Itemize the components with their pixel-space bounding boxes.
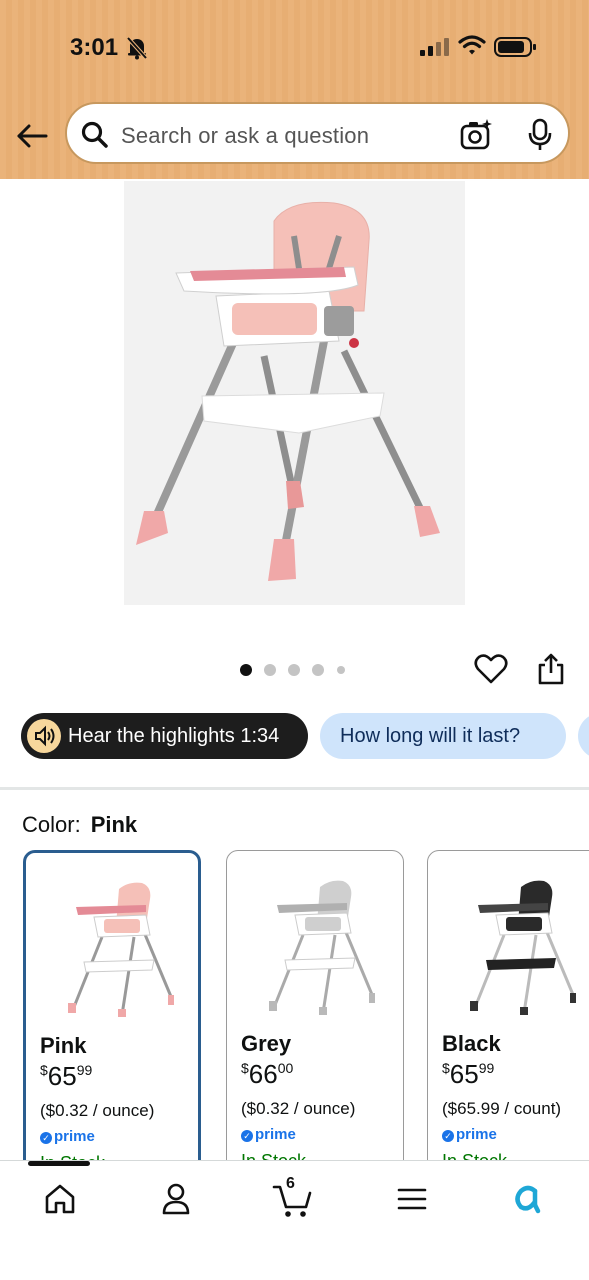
nav-menu[interactable] <box>392 1179 436 1219</box>
carousel-dots[interactable] <box>240 662 350 678</box>
carousel-dot[interactable] <box>312 664 324 676</box>
variant-thumbnail <box>470 880 576 1015</box>
variant-price: $6599 <box>40 1061 92 1092</box>
unit-price: ($65.99 / count) <box>442 1099 562 1118</box>
home-icon <box>45 1184 75 1214</box>
nav-cart[interactable]: 6 <box>272 1175 316 1219</box>
microphone-icon[interactable] <box>527 118 553 157</box>
variant-price: $6600 <box>241 1059 293 1090</box>
carousel-dot[interactable] <box>337 666 345 674</box>
signal-icon <box>420 38 450 61</box>
question-chip-label: How long will it last? <box>340 725 521 747</box>
back-button[interactable] <box>14 118 50 154</box>
carousel-dot[interactable] <box>264 664 276 676</box>
rufus-icon <box>515 1185 541 1214</box>
price-fraction: 99 <box>76 1062 93 1078</box>
prime-badge: ✓ prime <box>241 1126 296 1143</box>
search-icon <box>81 121 109 154</box>
nav-account[interactable] <box>156 1179 200 1219</box>
price-whole: 65 <box>47 1061 77 1091</box>
price-fraction: 99 <box>478 1060 495 1076</box>
battery-icon <box>494 37 538 62</box>
search-bar[interactable]: Search or ask a question <box>65 102 570 164</box>
color-value: Pink <box>90 812 138 837</box>
account-icon <box>162 1183 190 1215</box>
speaker-icon <box>27 719 61 753</box>
variant-name: Black <box>442 1031 501 1056</box>
prime-label: prime <box>255 1126 296 1143</box>
price-symbol: $ <box>241 1060 249 1076</box>
unit-price: ($0.32 / ounce) <box>40 1101 155 1120</box>
variant-name: Pink <box>40 1033 87 1058</box>
menu-icon <box>397 1188 427 1210</box>
prime-check-icon: ✓ <box>241 1130 253 1142</box>
status-time: 3:01 <box>70 34 119 61</box>
camera-icon[interactable] <box>459 118 493 157</box>
prime-badge: ✓ prime <box>40 1128 95 1145</box>
prime-label: prime <box>54 1128 95 1145</box>
prime-label: prime <box>456 1126 497 1143</box>
hear-highlights-chip[interactable]: Hear the highlights 1:34 <box>21 713 308 759</box>
carousel-dot[interactable] <box>240 664 252 676</box>
price-symbol: $ <box>40 1062 48 1078</box>
header-bar: 3:01 Search or ask a question <box>0 0 589 179</box>
arrow-left-icon <box>17 124 48 148</box>
product-image[interactable] <box>124 181 465 605</box>
share-icon[interactable] <box>536 652 566 691</box>
heart-icon[interactable] <box>474 652 508 691</box>
variant-card-grey[interactable]: Grey $6600 ($0.32 / ounce) ✓prime In Sto… <box>226 850 404 1180</box>
question-chip[interactable]: How long will it last? <box>320 713 566 759</box>
price-fraction: 00 <box>277 1060 294 1076</box>
nav-home[interactable] <box>40 1179 84 1219</box>
active-tab-indicator <box>28 1161 90 1166</box>
question-chip-next[interactable] <box>578 713 589 759</box>
prime-badge: ✓ prime <box>442 1126 497 1143</box>
variant-thumbnail <box>68 882 174 1017</box>
bell-slash-icon <box>126 36 148 65</box>
variant-card-pink[interactable]: Pink $6599 ($0.32 / ounce) ✓prime In Sto… <box>23 850 201 1180</box>
variant-price: $6599 <box>442 1059 494 1090</box>
section-divider <box>0 787 589 790</box>
high-chair-image <box>136 201 440 581</box>
price-whole: 66 <box>248 1059 278 1089</box>
variant-card-black[interactable]: Black $6599 ($65.99 / count) ✓prime In S… <box>427 850 589 1180</box>
price-symbol: $ <box>442 1060 450 1076</box>
nav-rufus[interactable] <box>508 1179 552 1219</box>
wifi-icon <box>458 34 486 61</box>
search-input[interactable]: Search or ask a question <box>121 123 369 149</box>
bottom-navigation: 6 <box>0 1160 589 1280</box>
color-selector-label: Color: Pink <box>22 812 137 838</box>
hear-highlights-label: Hear the highlights 1:34 <box>68 725 280 747</box>
prime-check-icon: ✓ <box>442 1130 454 1142</box>
color-label: Color: <box>22 812 81 837</box>
variant-thumbnail <box>269 880 375 1015</box>
unit-price: ($0.32 / ounce) <box>241 1099 356 1118</box>
cart-count-badge: 6 <box>286 1175 295 1192</box>
status-bar: 3:01 <box>0 0 589 96</box>
price-whole: 65 <box>449 1059 479 1089</box>
variant-name: Grey <box>241 1031 292 1056</box>
prime-check-icon: ✓ <box>40 1132 52 1144</box>
carousel-dot[interactable] <box>288 664 300 676</box>
